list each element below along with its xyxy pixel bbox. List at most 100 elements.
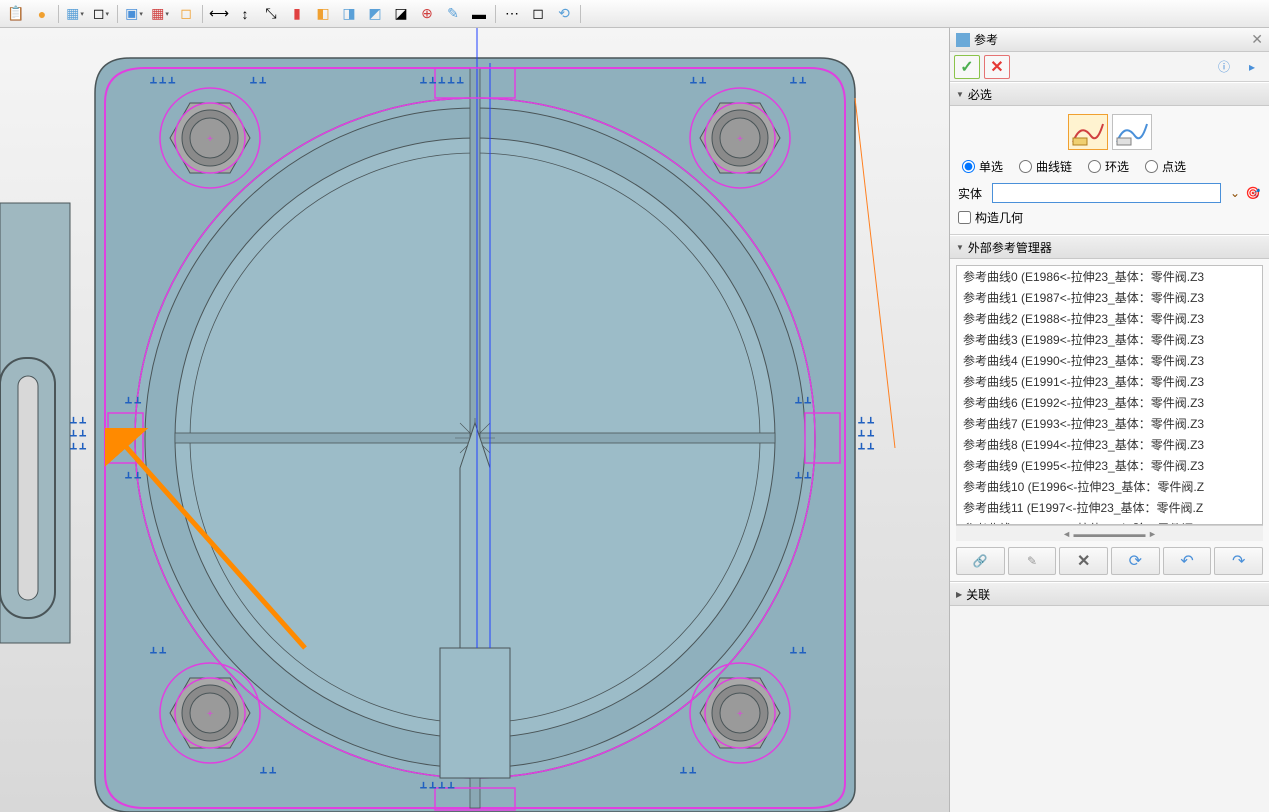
list-item[interactable]: 参考曲线6 (E1992<-拉伸23_基体：零件阀.Z3 bbox=[957, 392, 1262, 413]
svg-text:⊥ ⊥: ⊥ ⊥ bbox=[70, 416, 86, 425]
entity-input[interactable] bbox=[992, 183, 1221, 203]
list-item[interactable]: 参考曲线2 (E1988<-拉伸23_基体：零件阀.Z3 bbox=[957, 308, 1262, 329]
cad-viewport[interactable]: + + + bbox=[0, 28, 949, 812]
redo-button[interactable]: ↷ bbox=[1214, 547, 1263, 575]
construct-geom-checkbox[interactable] bbox=[958, 211, 971, 224]
cancel-button[interactable]: ✕ bbox=[984, 55, 1010, 79]
list-item[interactable]: 参考曲线7 (E1993<-拉伸23_基体：零件阀.Z3 bbox=[957, 413, 1262, 434]
sphere-icon[interactable]: ● bbox=[30, 3, 54, 25]
svg-text:⊥ ⊥ ⊥ ⊥: ⊥ ⊥ ⊥ ⊥ bbox=[420, 781, 455, 790]
ref-mode-1-button[interactable] bbox=[1068, 114, 1108, 150]
section-assoc-header[interactable]: 关联 bbox=[950, 582, 1269, 606]
box-icon[interactable]: ◻ bbox=[89, 3, 113, 25]
svg-text:⊥ ⊥: ⊥ ⊥ bbox=[795, 396, 811, 405]
entity-label: 实体 bbox=[958, 185, 986, 202]
radio-ring[interactable]: 环选 bbox=[1088, 158, 1129, 175]
svg-text:⊥ ⊥: ⊥ ⊥ bbox=[260, 766, 276, 775]
svg-text:⊥ ⊥: ⊥ ⊥ bbox=[790, 76, 806, 85]
svg-text:⊥ ⊥: ⊥ ⊥ bbox=[250, 76, 266, 85]
panel-actionbar: ✓ ✕ ⓘ ▸ bbox=[950, 52, 1269, 82]
section-assoc-label: 关联 bbox=[966, 586, 990, 603]
dim-h-icon[interactable]: ⟷ bbox=[207, 3, 231, 25]
paste-icon[interactable]: 📋 bbox=[4, 3, 28, 25]
list-item[interactable]: 参考曲线1 (E1987<-拉伸23_基体：零件阀.Z3 bbox=[957, 287, 1262, 308]
cube-icon[interactable]: ◩ bbox=[363, 3, 387, 25]
shade-icon[interactable]: ▬ bbox=[467, 3, 491, 25]
svg-text:⊥ ⊥ ⊥ ⊥ ⊥: ⊥ ⊥ ⊥ ⊥ ⊥ bbox=[420, 76, 464, 85]
refresh-button[interactable]: ⟳ bbox=[1111, 547, 1160, 575]
grid-icon[interactable]: ▦ bbox=[148, 3, 172, 25]
h-scrollbar[interactable]: ◄ ▬▬▬▬▬▬▬▬ ► bbox=[956, 525, 1263, 541]
rotate-icon[interactable]: ⟲ bbox=[552, 3, 576, 25]
selection-mode-radios: 单选 曲线链 环选 点选 bbox=[958, 158, 1261, 175]
bolt-tr: + bbox=[690, 88, 790, 188]
radio-point[interactable]: 点选 bbox=[1145, 158, 1186, 175]
list-item[interactable]: 参考曲线12 (E2076<-拉伸24_切除：零件阀.Z bbox=[957, 518, 1262, 525]
pencil-icon[interactable]: ✎ bbox=[441, 3, 465, 25]
svg-text:+: + bbox=[737, 709, 743, 720]
svg-text:+: + bbox=[207, 134, 213, 145]
section-required-header[interactable]: 必选 bbox=[950, 82, 1269, 106]
select-box-icon[interactable]: ◻ bbox=[526, 3, 550, 25]
radio-single[interactable]: 单选 bbox=[962, 158, 1003, 175]
panel-title: 参考 bbox=[974, 31, 998, 48]
section-required-label: 必选 bbox=[968, 86, 992, 103]
svg-text:⊥ ⊥: ⊥ ⊥ bbox=[790, 646, 806, 655]
edit-button[interactable]: ✎ bbox=[1008, 547, 1057, 575]
list-item[interactable]: 参考曲线4 (E1990<-拉伸23_基体：零件阀.Z3 bbox=[957, 350, 1262, 371]
list-item[interactable]: 参考曲线0 (E1986<-拉伸23_基体：零件阀.Z3 bbox=[957, 266, 1262, 287]
close-icon[interactable]: ✕ bbox=[1251, 31, 1263, 48]
radio-curve-chain[interactable]: 曲线链 bbox=[1019, 158, 1072, 175]
svg-text:⊥ ⊥: ⊥ ⊥ bbox=[690, 76, 706, 85]
layer-icon[interactable]: ◪ bbox=[389, 3, 413, 25]
list-item[interactable]: 参考曲线8 (E1994<-拉伸23_基体：零件阀.Z3 bbox=[957, 434, 1262, 455]
pin-icon[interactable]: ▸ bbox=[1239, 55, 1265, 79]
cad-drawing: + + + bbox=[0, 28, 949, 812]
panel-header: 参考 ✕ bbox=[950, 28, 1269, 52]
list-item[interactable]: 参考曲线5 (E1991<-拉伸23_基体：零件阀.Z3 bbox=[957, 371, 1262, 392]
colors-icon[interactable]: ▮ bbox=[285, 3, 309, 25]
info-icon[interactable]: ⓘ bbox=[1211, 55, 1237, 79]
ok-button[interactable]: ✓ bbox=[954, 55, 980, 79]
svg-text:⊥ ⊥: ⊥ ⊥ bbox=[680, 766, 696, 775]
delete-button[interactable]: ✕ bbox=[1059, 547, 1108, 575]
window-icon[interactable]: ▣ bbox=[122, 3, 146, 25]
list-item[interactable]: 参考曲线11 (E1997<-拉伸23_基体：零件阀.Z bbox=[957, 497, 1262, 518]
iso-icon[interactable]: ◨ bbox=[337, 3, 361, 25]
bolt-bl: + bbox=[160, 663, 260, 763]
expand-icon[interactable]: ⌄ bbox=[1227, 185, 1243, 201]
svg-text:⊥ ⊥: ⊥ ⊥ bbox=[70, 442, 86, 451]
dots-icon[interactable]: ⋯ bbox=[500, 3, 524, 25]
bolt-br: + bbox=[690, 663, 790, 763]
reference-panel: 参考 ✕ ✓ ✕ ⓘ ▸ 必选 bbox=[949, 28, 1269, 812]
svg-text:⊥ ⊥: ⊥ ⊥ bbox=[70, 429, 86, 438]
ref-mode-2-button[interactable] bbox=[1112, 114, 1152, 150]
section-required-body: 单选 曲线链 环选 点选 实体 ⌄ 🎯 构造几何 bbox=[950, 106, 1269, 235]
svg-text:⊥ ⊥: ⊥ ⊥ bbox=[858, 429, 874, 438]
measure-icon[interactable]: ◧ bbox=[311, 3, 335, 25]
list-item[interactable]: 参考曲线9 (E1995<-拉伸23_基体：零件阀.Z3 bbox=[957, 455, 1262, 476]
undo-button[interactable]: ↶ bbox=[1163, 547, 1212, 575]
svg-text:+: + bbox=[207, 709, 213, 720]
section-extref-body: 参考曲线0 (E1986<-拉伸23_基体：零件阀.Z3参考曲线1 (E1987… bbox=[950, 259, 1269, 582]
blank-icon[interactable]: ◻ bbox=[174, 3, 198, 25]
svg-text:⊥ ⊥: ⊥ ⊥ bbox=[125, 471, 141, 480]
link-button[interactable]: 🔗 bbox=[956, 547, 1005, 575]
list-item[interactable]: 参考曲线3 (E1989<-拉伸23_基体：零件阀.Z3 bbox=[957, 329, 1262, 350]
svg-text:+: + bbox=[737, 134, 743, 145]
svg-text:⊥ ⊥: ⊥ ⊥ bbox=[858, 416, 874, 425]
svg-text:⊥ ⊥: ⊥ ⊥ bbox=[858, 442, 874, 451]
ref-edit-buttons: 🔗 ✎ ✕ ⟳ ↶ ↷ bbox=[956, 547, 1263, 575]
dim-v-icon[interactable]: ↕ bbox=[233, 3, 257, 25]
svg-text:⊥ ⊥ ⊥: ⊥ ⊥ ⊥ bbox=[150, 76, 175, 85]
dim-align-icon[interactable]: ⤡ bbox=[259, 3, 283, 25]
target-icon[interactable]: ⊕ bbox=[415, 3, 439, 25]
construct-geom-label: 构造几何 bbox=[975, 209, 1023, 226]
main-toolbar: 📋●▦◻▣▦◻⟷↕⤡▮◧◨◩◪⊕✎▬⋯◻⟲ bbox=[0, 0, 1269, 28]
list-item[interactable]: 参考曲线10 (E1996<-拉伸23_基体：零件阀.Z bbox=[957, 476, 1262, 497]
box-wire-icon[interactable]: ▦ bbox=[63, 3, 87, 25]
reference-list[interactable]: 参考曲线0 (E1986<-拉伸23_基体：零件阀.Z3参考曲线1 (E1987… bbox=[956, 265, 1263, 525]
section-extref-header[interactable]: 外部参考管理器 bbox=[950, 235, 1269, 259]
bolt-tl: + bbox=[160, 88, 260, 188]
pick-icon[interactable]: 🎯 bbox=[1245, 185, 1261, 201]
